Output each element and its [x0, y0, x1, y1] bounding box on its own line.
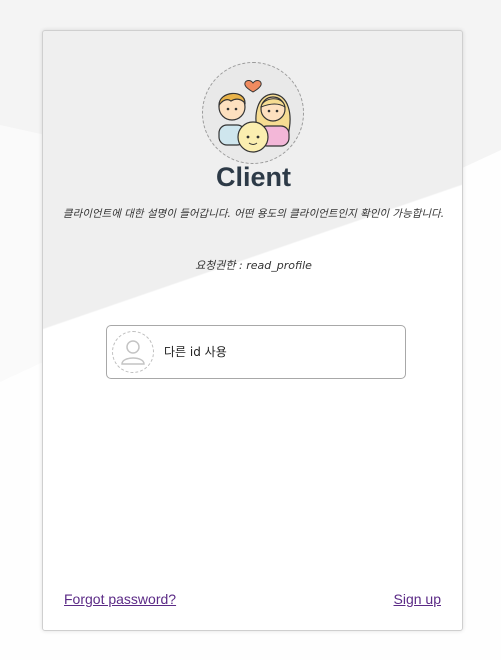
user-avatar-icon: [112, 331, 154, 373]
use-another-id-label: 다른 id 사용: [164, 345, 227, 359]
forgot-password-link[interactable]: Forgot password?: [64, 591, 176, 607]
use-another-id-button[interactable]: 다른 id 사용: [106, 325, 406, 379]
family-icon: [202, 62, 304, 164]
sign-up-link[interactable]: Sign up: [394, 591, 441, 607]
client-description: 클라이언트에 대한 설명이 들어갑니다. 어떤 용도의 클라이언트인지 확인이 …: [62, 208, 445, 220]
client-title: Client: [215, 162, 291, 192]
login-card: Client 클라이언트에 대한 설명이 들어갑니다. 어떤 용도의 클라이언트…: [42, 30, 463, 631]
requested-scope: 요청권한 : read_profile: [195, 259, 312, 272]
